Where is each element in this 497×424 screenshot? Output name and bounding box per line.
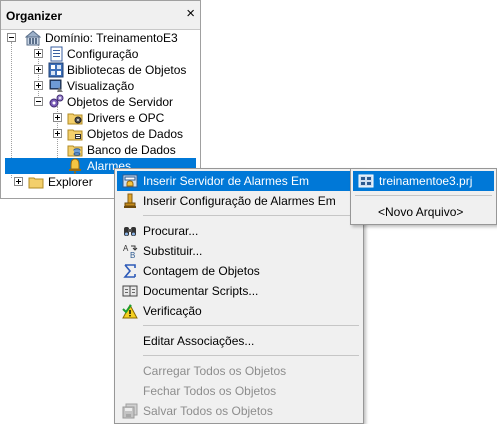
menu-separator [355,195,492,196]
save-all-icon [122,403,138,419]
menu-item-label: Carregar Todos os Objetos [143,364,287,378]
binoculars-icon [124,227,136,236]
menu-item-contagem-objetos[interactable]: Contagem de Objetos [117,261,361,281]
menu-item-editar-associacoes[interactable]: Editar Associações... [117,331,361,351]
menu-item-label: Inserir Servidor de Alarmes Em [143,174,310,188]
svg-text:A: A [123,244,129,253]
menu-item-label: Contagem de Objetos [143,264,260,278]
menu-item-inserir-servidor-alarmes[interactable]: Inserir Servidor de Alarmes Em [117,171,361,191]
menu-item-salvar-todos: Salvar Todos os Objetos [117,401,361,421]
collapse-icon[interactable] [7,33,16,42]
collapse-icon[interactable] [34,97,43,106]
menu-item-procurar[interactable]: Procurar... [117,221,361,241]
expand-icon[interactable] [53,129,62,138]
tree-item-label: Bibliotecas de Objetos [67,63,187,77]
tree-item-label: Domínio: TreinamentoE3 [45,31,178,45]
expand-icon[interactable] [34,65,43,74]
tree-item-dominio[interactable]: Domínio: TreinamentoE3 [1,30,200,46]
gears-icon [49,94,64,108]
check-warning-icon [122,303,138,319]
tree-item-objetos-servidor[interactable]: Objetos de Servidor [1,94,200,110]
tree-item-objetos-dados[interactable]: Objetos de Dados [1,126,200,142]
tree-item-label: Objetos de Servidor [67,95,174,109]
tree-item-label: Configuração [67,47,139,61]
menu-item-label: Procurar... [143,224,199,238]
sigma-icon [123,264,136,278]
submenu-item-project[interactable]: treinamentoe3.prj [353,171,494,191]
menu-item-label: Documentar Scripts... [143,284,259,298]
replace-icon: A B [123,244,138,259]
menu-item-inserir-configuracao-alarmes[interactable]: Inserir Configuração de Alarmes Em [117,191,361,211]
menu-item-label: Salvar Todos os Objetos [143,404,273,418]
menu-separator [143,355,359,356]
menu-item-documentar-scripts[interactable]: Documentar Scripts... [117,281,361,301]
expand-icon[interactable] [14,177,23,186]
menu-item-substituir[interactable]: A B Substituir... [117,241,361,261]
library-icon [48,62,64,78]
context-menu: Inserir Servidor de Alarmes Em Inserir C… [114,168,364,424]
menu-item-label: Inserir Configuração de Alarmes Em [143,194,336,208]
menu-item-label: Verificação [143,304,202,318]
menu-separator [143,325,359,326]
alarm-icon [69,158,81,174]
organizer-title: Organizer [6,9,63,23]
menu-item-label: Fechar Todos os Objetos [143,384,277,398]
submenu-item-label: treinamentoe3.prj [379,174,473,188]
monitor-icon [49,79,63,92]
organizer-titlebar: Organizer × [1,1,200,30]
tree-item-banco-dados[interactable]: Banco de Dados [1,142,200,158]
alarm-config-icon [124,193,136,208]
tree-item-label: Objetos de Dados [87,127,184,141]
submenu-item-label: <Novo Arquivo> [378,205,464,219]
list-icon [50,46,63,62]
close-icon[interactable]: × [186,6,195,22]
menu-item-verificacao[interactable]: Verificação [117,301,361,321]
project-icon [358,174,374,188]
submenu-item-novo-arquivo[interactable]: <Novo Arquivo> [353,202,494,222]
menu-item-fechar-todos: Fechar Todos os Objetos [117,381,361,401]
alarm-server-icon [122,174,138,188]
expand-icon[interactable] [34,49,43,58]
tree-item-label: Banco de Dados [87,143,176,157]
book-icon [122,285,138,297]
folder-data-icon [67,129,83,141]
folder-database-icon [67,145,83,157]
tree-item-visualizacao[interactable]: Visualização [1,78,200,94]
svg-text:B: B [130,251,135,259]
menu-item-label: Editar Associações... [143,334,255,348]
expand-icon[interactable] [34,81,43,90]
menu-separator [143,215,359,216]
tree-item-drivers-opc[interactable]: Drivers e OPC [1,110,200,126]
folder-icon [28,177,44,189]
tree-item-label: Drivers e OPC [87,111,165,125]
menu-item-carregar-todos: Carregar Todos os Objetos [117,361,361,381]
expand-icon[interactable] [53,113,62,122]
tree-item-configuracao[interactable]: Configuração [1,46,200,62]
tree-item-label: Visualização [67,79,135,93]
submenu: treinamentoe3.prj <Novo Arquivo> [350,168,497,225]
menu-item-label: Substituir... [143,244,203,258]
folder-driver-icon [67,113,83,125]
tree-item-label: Explorer [48,175,93,189]
domain-icon [25,30,41,46]
tree-item-bibliotecas[interactable]: Bibliotecas de Objetos [1,62,200,78]
